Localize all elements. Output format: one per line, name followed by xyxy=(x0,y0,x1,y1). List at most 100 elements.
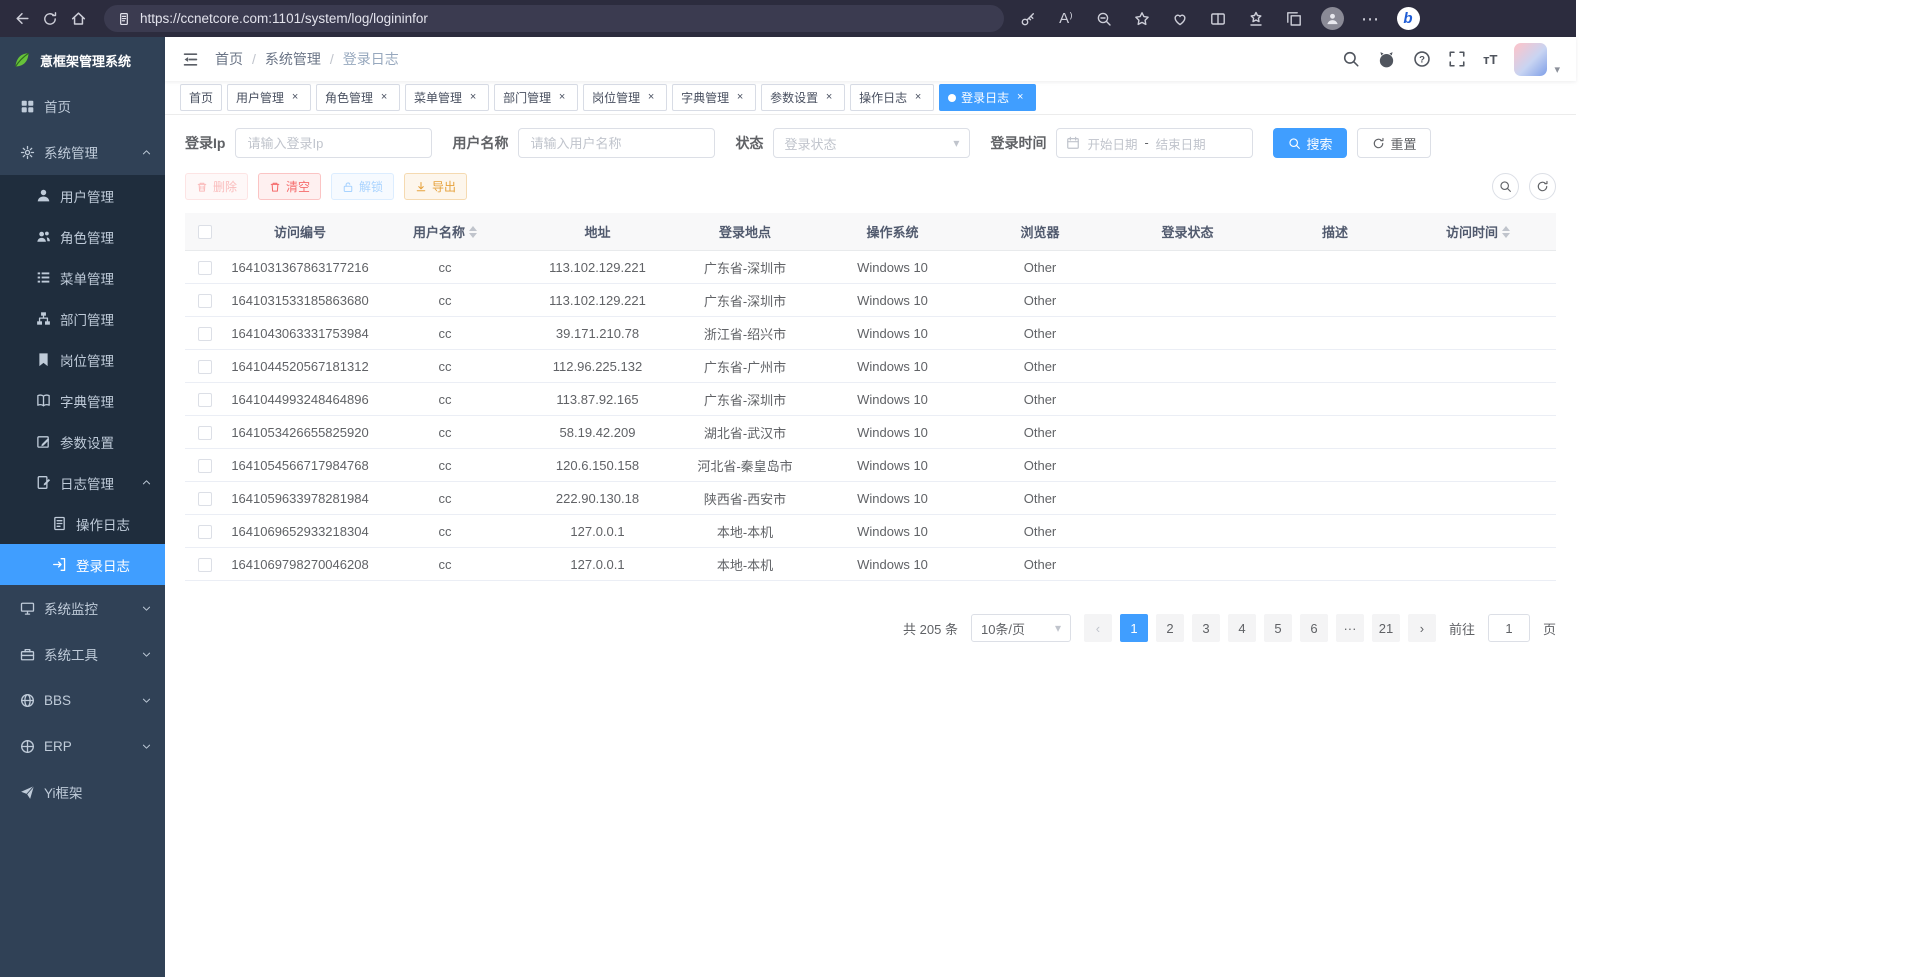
col-user-name[interactable]: 用户名称 xyxy=(375,213,515,251)
add-favorite-button[interactable] xyxy=(1128,5,1156,33)
sidebar-item-user-mgmt[interactable]: 用户管理 xyxy=(0,175,165,216)
close-tab-icon[interactable]: × xyxy=(733,91,747,105)
sidebar-toggle-button[interactable] xyxy=(181,50,200,69)
sidebar-item-erp[interactable]: ERP xyxy=(0,723,165,769)
help-button[interactable]: ? xyxy=(1413,50,1431,68)
close-tab-icon[interactable]: × xyxy=(1013,91,1027,105)
refresh-table-button[interactable] xyxy=(1529,173,1556,200)
login-ip-input[interactable] xyxy=(235,128,432,158)
sidebar-item-role-mgmt[interactable]: 角色管理 xyxy=(0,216,165,257)
favorites-button[interactable] xyxy=(1242,5,1270,33)
user-avatar[interactable] xyxy=(1514,43,1547,76)
back-button[interactable] xyxy=(8,5,36,33)
read-aloud-button[interactable]: A⁾ xyxy=(1052,5,1080,33)
sort-icon[interactable] xyxy=(1502,226,1510,238)
page-button-1[interactable]: 1 xyxy=(1120,614,1148,642)
tab-menu-mgmt[interactable]: 菜单管理× xyxy=(405,84,489,111)
sidebar-item-yi-framework[interactable]: Yi框架 xyxy=(0,769,165,815)
col-visit-time[interactable]: 访问时间 xyxy=(1400,213,1556,251)
tab-dict-mgmt[interactable]: 字典管理× xyxy=(672,84,756,111)
page-button-21[interactable]: 21 xyxy=(1372,614,1400,642)
sort-icon[interactable] xyxy=(469,226,477,238)
row-checkbox[interactable] xyxy=(198,492,212,506)
sidebar-item-bbs[interactable]: BBS xyxy=(0,677,165,723)
collections-button[interactable] xyxy=(1280,5,1308,33)
sidebar-item-operation-log[interactable]: 操作日志 xyxy=(0,503,165,544)
sidebar-item-system-tools[interactable]: 系统工具 xyxy=(0,631,165,677)
tab-param-settings[interactable]: 参数设置× xyxy=(761,84,845,111)
sidebar-item-system-mgmt[interactable]: 系统管理 xyxy=(0,129,165,175)
select-all-checkbox[interactable] xyxy=(198,225,212,239)
search-button[interactable]: 搜索 xyxy=(1273,128,1347,158)
user-name-input[interactable] xyxy=(518,128,715,158)
header-search-button[interactable] xyxy=(1342,50,1360,68)
tab-login-log[interactable]: 登录日志× xyxy=(939,84,1036,111)
page-button-4[interactable]: 4 xyxy=(1228,614,1256,642)
export-button[interactable]: 导出 xyxy=(404,173,467,200)
row-checkbox[interactable] xyxy=(198,558,212,572)
next-page-button[interactable]: › xyxy=(1408,614,1436,642)
tab-user-mgmt[interactable]: 用户管理× xyxy=(227,84,311,111)
font-size-button[interactable]: тT xyxy=(1483,52,1497,67)
row-checkbox[interactable] xyxy=(198,294,212,308)
tab-post-mgmt[interactable]: 岗位管理× xyxy=(583,84,667,111)
row-checkbox[interactable] xyxy=(198,525,212,539)
page-button-2[interactable]: 2 xyxy=(1156,614,1184,642)
tab-operation-log[interactable]: 操作日志× xyxy=(850,84,934,111)
refresh-button[interactable] xyxy=(36,5,64,33)
profile-button[interactable] xyxy=(1318,5,1346,33)
close-tab-icon[interactable]: × xyxy=(377,91,391,105)
copilot-button[interactable]: b xyxy=(1394,5,1422,33)
page-button-5[interactable]: 5 xyxy=(1264,614,1292,642)
sidebar-item-log-mgmt[interactable]: 日志管理 xyxy=(0,462,165,503)
sidebar-item-system-monitor[interactable]: 系统监控 xyxy=(0,585,165,631)
close-tab-icon[interactable]: × xyxy=(288,91,302,105)
row-checkbox[interactable] xyxy=(198,360,212,374)
close-tab-icon[interactable]: × xyxy=(644,91,658,105)
page-button-6[interactable]: 6 xyxy=(1300,614,1328,642)
prev-page-button[interactable]: ‹ xyxy=(1084,614,1112,642)
page-size-select[interactable]: 10条/页 ▾ xyxy=(971,614,1071,642)
row-checkbox[interactable] xyxy=(198,393,212,407)
sidebar-item-login-log[interactable]: 登录日志 xyxy=(0,544,165,585)
caret-down-icon[interactable]: ▾ xyxy=(1554,63,1560,76)
sidebar-item-home[interactable]: 首页 xyxy=(0,83,165,129)
home-button[interactable] xyxy=(64,5,92,33)
delete-button[interactable]: 删除 xyxy=(185,173,248,200)
tab-dept-mgmt[interactable]: 部门管理× xyxy=(494,84,578,111)
more-menu-button[interactable]: ⋯ xyxy=(1356,5,1384,33)
goto-page-input[interactable] xyxy=(1488,614,1530,642)
close-tab-icon[interactable]: × xyxy=(555,91,569,105)
split-screen-button[interactable] xyxy=(1204,5,1232,33)
sidebar-item-dept-mgmt[interactable]: 部门管理 xyxy=(0,298,165,339)
clear-button[interactable]: 清空 xyxy=(258,173,321,200)
login-status-select[interactable]: 登录状态 ▾ xyxy=(773,128,970,158)
tab-role-mgmt[interactable]: 角色管理× xyxy=(316,84,400,111)
row-checkbox[interactable] xyxy=(198,261,212,275)
sidebar-item-post-mgmt[interactable]: 岗位管理 xyxy=(0,339,165,380)
sidebar-item-dict-mgmt[interactable]: 字典管理 xyxy=(0,380,165,421)
breadcrumb-home[interactable]: 首页 xyxy=(215,49,243,69)
address-bar[interactable]: https://ccnetcore.com:1101/system/log/lo… xyxy=(104,5,1004,32)
close-tab-icon[interactable]: × xyxy=(822,91,836,105)
github-button[interactable] xyxy=(1377,50,1396,69)
close-tab-icon[interactable]: × xyxy=(911,91,925,105)
app-logo[interactable]: 意框架管理系统 xyxy=(0,37,165,83)
row-checkbox[interactable] xyxy=(198,459,212,473)
row-checkbox[interactable] xyxy=(198,426,212,440)
browser-essentials-button[interactable] xyxy=(1166,5,1194,33)
date-range-picker[interactable]: 开始日期 - 结束日期 xyxy=(1056,128,1253,158)
close-tab-icon[interactable]: × xyxy=(466,91,480,105)
sidebar-item-param-settings[interactable]: 参数设置 xyxy=(0,421,165,462)
reset-button[interactable]: 重置 xyxy=(1357,128,1431,158)
toggle-search-button[interactable] xyxy=(1492,173,1519,200)
zoom-button[interactable] xyxy=(1090,5,1118,33)
more-pages-button[interactable]: ··· xyxy=(1336,614,1364,642)
fullscreen-button[interactable] xyxy=(1448,50,1466,68)
sidebar-item-menu-mgmt[interactable]: 菜单管理 xyxy=(0,257,165,298)
breadcrumb-system-mgmt[interactable]: 系统管理 xyxy=(265,49,321,69)
password-manager-button[interactable] xyxy=(1014,5,1042,33)
row-checkbox[interactable] xyxy=(198,327,212,341)
page-button-3[interactable]: 3 xyxy=(1192,614,1220,642)
tab-home[interactable]: 首页 xyxy=(180,84,222,111)
